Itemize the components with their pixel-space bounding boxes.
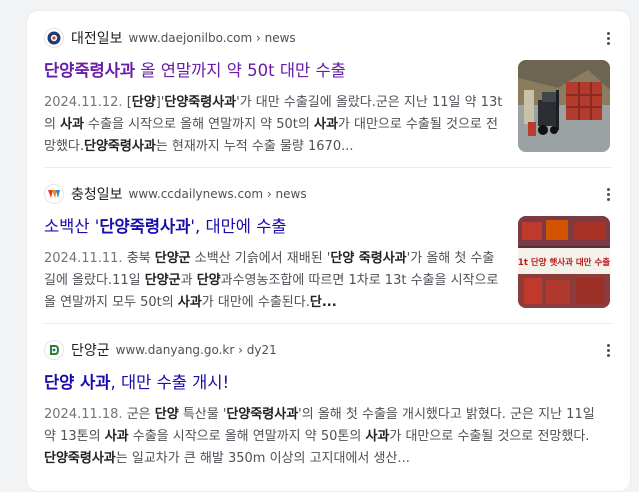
forklift-apple-crates-thumbnail[interactable]	[518, 60, 610, 152]
highlighted-term: 단양	[154, 407, 179, 422]
text-fragment: 는 일교차가 큰 해발 350m 이상의 고지대에서 생산...	[115, 451, 410, 466]
danyang-favicon-icon	[44, 340, 64, 360]
site-url: www.ccdailynews.com › news	[128, 187, 307, 201]
result-snippet: 2024.11.11. 충북 단양군 소백산 기슭에서 재배된 '단양 죽령사과…	[44, 248, 504, 314]
text-fragment: 특산물 '	[178, 407, 227, 422]
highlighted-term: 사과	[60, 117, 85, 132]
more-vert-icon[interactable]	[604, 28, 612, 48]
highlighted-term: 단양 죽령사과	[330, 251, 407, 266]
highlighted-term: 단양죽령사과	[164, 95, 237, 110]
highlighted-term: 단양	[196, 273, 221, 288]
highlighted-term: 단...	[309, 295, 337, 310]
text-fragment: 소백산 기슭에서 재배된 '	[190, 251, 331, 266]
result-divider	[44, 323, 612, 324]
text-fragment: 가 대만으로 수출될 것으로 전망했다.	[389, 429, 590, 444]
result-divider	[44, 167, 612, 168]
highlighted-term: 단양죽령사과	[44, 61, 136, 80]
search-result: 충청일보 www.ccdailynews.com › news 소백산 '단양죽…	[44, 180, 622, 310]
result-date: 2024.11.11.	[44, 251, 123, 266]
result-source[interactable]: 단양군 www.danyang.go.kr › dy21	[44, 336, 622, 364]
result-date: 2024.11.12.	[44, 95, 123, 110]
highlighted-term: 단양군	[154, 251, 191, 266]
highlighted-term: 단양죽령사과	[99, 217, 191, 236]
ccdailynews-favicon-icon	[44, 184, 64, 204]
highlighted-term: 단양군	[144, 273, 181, 288]
text-fragment: , 대만 수출 개시!	[110, 373, 230, 392]
result-title-link[interactable]: 단양 사과, 대만 수출 개시!	[44, 372, 229, 394]
highlighted-term: 사과	[313, 117, 338, 132]
text-fragment: 과	[180, 273, 197, 288]
more-vert-icon[interactable]	[604, 340, 612, 360]
highlighted-term: 단양	[131, 95, 156, 110]
result-source[interactable]: 대전일보 www.daejonilbo.com › news	[44, 24, 622, 52]
highlighted-term: 단양죽령사과	[44, 451, 116, 466]
apple-export-banner-thumbnail[interactable]: 1t 단양 햇사과 대만 수출	[518, 216, 610, 308]
text-fragment: 는 현재까지 누적 수출 물량 1670...	[155, 139, 354, 154]
highlighted-term: 단양죽령사과	[226, 407, 299, 422]
highlighted-term: 사과	[365, 429, 390, 444]
text-fragment: 올 연말까지 약 50t 대만 수출	[135, 61, 346, 80]
text-fragment: ', 대만에 수출	[190, 217, 287, 236]
highlighted-term: 사과	[177, 295, 202, 310]
daejonilbo-favicon-icon	[44, 28, 64, 48]
result-title-link[interactable]: 소백산 '단양죽령사과', 대만에 수출	[44, 216, 287, 238]
search-result: 대전일보 www.daejonilbo.com › news 단양죽령사과 올 …	[44, 24, 622, 154]
highlighted-term: 단양죽령사과	[84, 139, 156, 154]
highlighted-term: 단양 사과	[44, 373, 111, 392]
site-name: 대전일보	[71, 31, 123, 47]
site-name: 단양군	[71, 343, 110, 359]
highlighted-term: 사과	[104, 429, 129, 444]
text-fragment: 수출을 시작으로 올해 연말까지 약 50톤의	[128, 429, 366, 444]
site-name: 충청일보	[71, 187, 123, 203]
thumbnail-banner-text: 1t 단양 햇사과 대만 수출	[518, 257, 610, 268]
result-title-link[interactable]: 단양죽령사과 올 연말까지 약 50t 대만 수출	[44, 60, 346, 82]
result-snippet: 2024.11.12. [단양]'단양죽령사과'가 대만 수출길에 올랐다.군은…	[44, 92, 504, 158]
snippet-text: 군은 단양 특산물 '단양죽령사과'의 올해 첫 수출을 개시했다고 밝혔다. …	[44, 407, 595, 466]
text-fragment: [	[122, 95, 132, 110]
text-fragment: 소백산 '	[44, 217, 100, 236]
more-vert-icon[interactable]	[604, 184, 612, 204]
text-fragment: 군은	[122, 407, 155, 422]
result-source[interactable]: 충청일보 www.ccdailynews.com › news	[44, 180, 622, 208]
site-url: www.daejonilbo.com › news	[128, 31, 296, 45]
site-url: www.danyang.go.kr › dy21	[115, 343, 277, 357]
text-fragment: 수출을 시작으로 올해 연말까지 약 50t의	[84, 117, 314, 132]
result-snippet: 2024.11.18. 군은 단양 특산물 '단양죽령사과'의 올해 첫 수출을…	[44, 404, 604, 470]
result-date: 2024.11.18.	[44, 407, 123, 422]
text-fragment: 충북	[122, 251, 155, 266]
search-result: 단양군 www.danyang.go.kr › dy21 단양 사과, 대만 수…	[44, 336, 622, 466]
text-fragment: 가 대만에 수출된다.	[201, 295, 310, 310]
